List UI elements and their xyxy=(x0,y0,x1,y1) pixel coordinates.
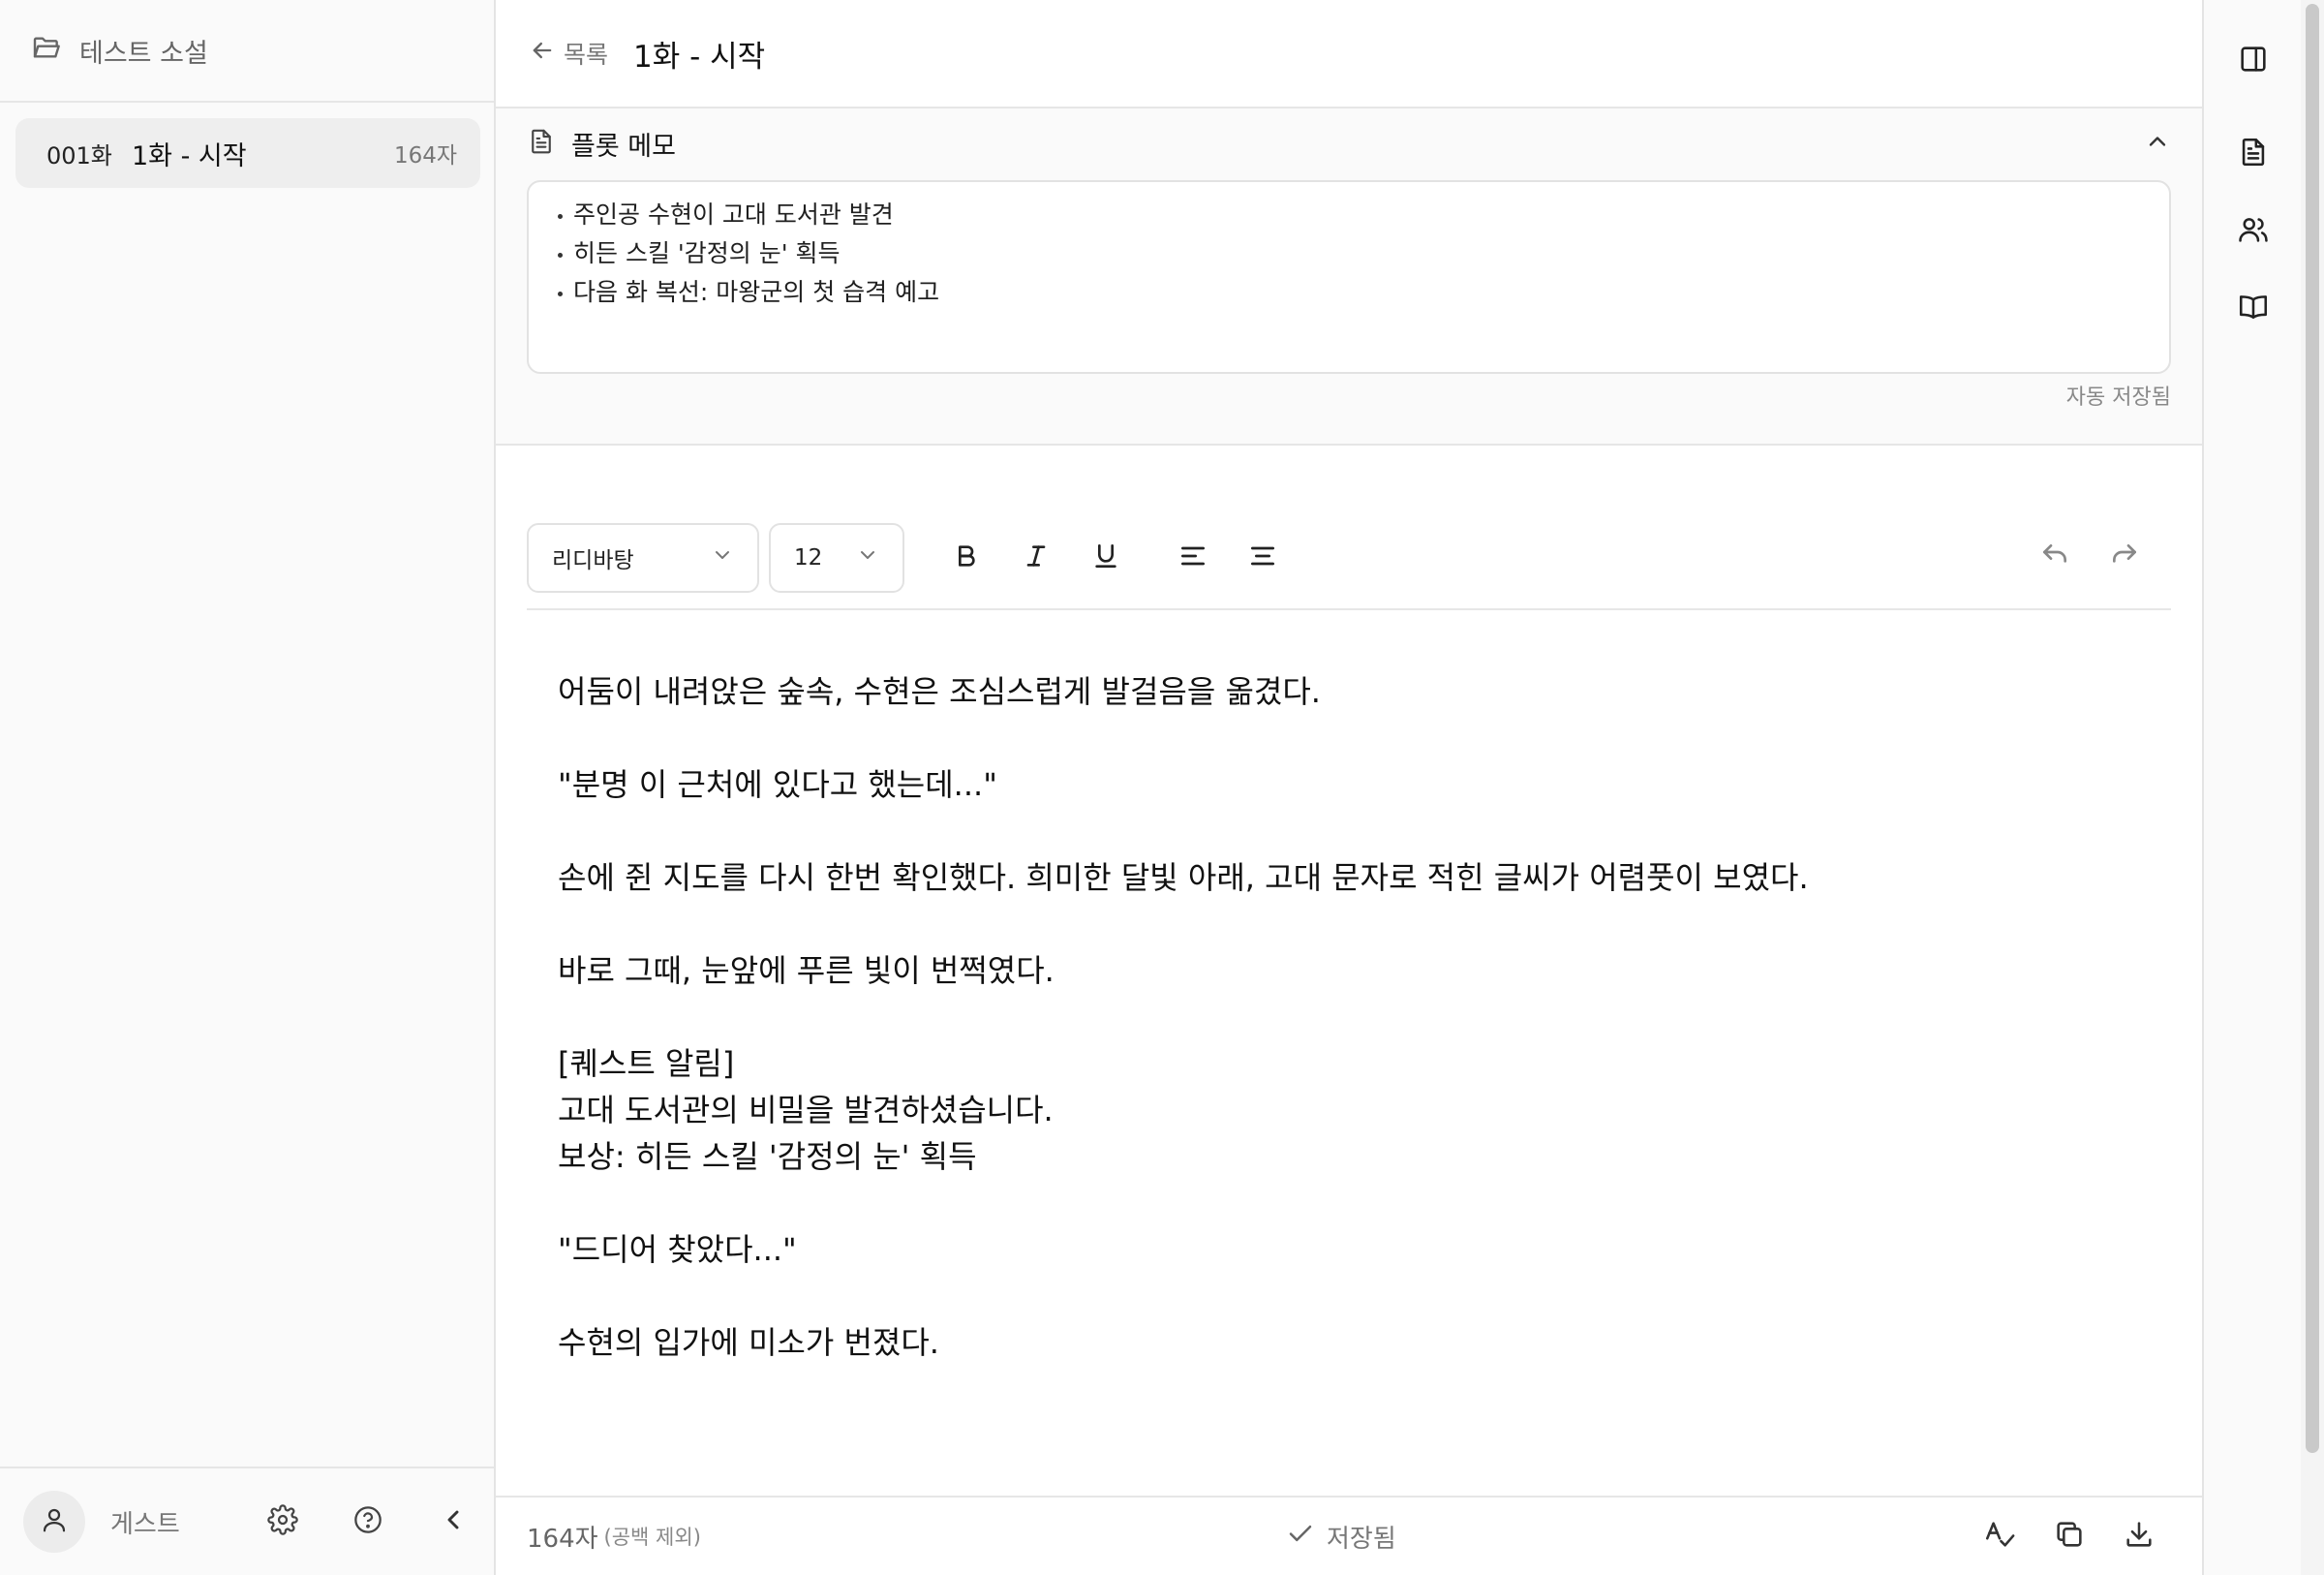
panel-right-icon xyxy=(2237,43,2270,79)
italic-button[interactable] xyxy=(1013,523,1059,593)
chevron-up-icon[interactable] xyxy=(2144,128,2171,159)
font-family-value: 리디바탕 xyxy=(552,548,634,573)
save-status: 저장됨 xyxy=(1286,1498,1396,1575)
char-count-note: (공백 제외) xyxy=(603,1526,701,1549)
editor-paragraph xyxy=(558,808,2146,854)
gear-icon xyxy=(267,1504,298,1539)
editor-paragraph xyxy=(558,1273,2146,1319)
help-button[interactable] xyxy=(351,1504,385,1539)
editor-paragraph xyxy=(558,994,2146,1040)
plot-memo-panel: 플롯 메모 주인공 수현이 고대 도서관 발견 히든 스킬 '감정의 눈' 획득… xyxy=(496,108,2202,446)
episode-heading: 1화 - 시작 xyxy=(633,39,766,75)
bold-button[interactable] xyxy=(943,523,990,593)
align-left-icon xyxy=(1177,540,1208,575)
redo-button[interactable] xyxy=(2101,523,2148,593)
editor-paragraph: 손에 쥔 지도를 다시 한번 확인했다. 희미한 달빛 아래, 고대 문자로 적… xyxy=(558,859,1809,896)
plot-memo-item: 주인공 수현이 고대 도서관 발견 xyxy=(554,196,2144,234)
align-center-icon xyxy=(1247,540,1278,575)
back-to-list-link[interactable]: 목록 xyxy=(529,36,608,71)
font-size-select[interactable]: 12 xyxy=(769,523,904,593)
underline-icon xyxy=(1090,540,1121,575)
episode-number: 001화 xyxy=(46,141,112,170)
editor-paragraph xyxy=(558,715,2146,761)
editor-paragraph: "드디어 찾았다..." xyxy=(558,1231,797,1268)
underline-button[interactable] xyxy=(1083,523,1129,593)
save-status-label: 저장됨 xyxy=(1327,1524,1396,1554)
book-open-icon xyxy=(2237,291,2270,327)
char-count: 164자 xyxy=(527,1524,598,1554)
editor-paragraph: 고대 도서관의 비밀을 발견하셨습니다. xyxy=(558,1092,1054,1128)
main-editor-area: 목록 1화 - 시작 플롯 메모 주인공 수현이 고대 도서관 발견 히든 스킬… xyxy=(496,0,2202,1575)
plot-memo-title: 플롯 메모 xyxy=(571,131,676,162)
chevron-down-icon xyxy=(856,543,879,572)
spellcheck-icon[interactable] xyxy=(1983,1518,2016,1555)
status-actions xyxy=(1983,1498,2156,1575)
toggle-panel-button[interactable] xyxy=(2231,39,2276,83)
chevron-down-icon xyxy=(711,543,734,572)
editor-paragraph: 보상: 히든 스킬 '감정의 눈' 획득 xyxy=(558,1138,977,1175)
italic-icon xyxy=(1021,540,1052,575)
undo-button[interactable] xyxy=(2032,523,2078,593)
document-icon xyxy=(2237,136,2270,172)
back-label: 목록 xyxy=(564,41,609,69)
folder-open-icon xyxy=(31,32,62,70)
chevron-left-icon xyxy=(438,1504,469,1539)
episode-title: 1화 - 시작 xyxy=(132,140,247,171)
check-icon xyxy=(1286,1519,1315,1555)
sidebar-footer: 게스트 xyxy=(0,1467,494,1575)
scrollbar[interactable] xyxy=(2301,0,2324,1575)
align-left-button[interactable] xyxy=(1170,523,1216,593)
status-bar: 164자 (공백 제외) 저장됨 xyxy=(496,1496,2202,1575)
episode-char-count: 164자 xyxy=(393,143,457,169)
redo-icon xyxy=(2109,540,2140,575)
right-tool-rail xyxy=(2202,0,2301,1575)
arrow-left-icon xyxy=(529,37,556,70)
top-bar: 목록 1화 - 시작 xyxy=(496,0,2202,108)
plot-memo-item: 히든 스킬 '감정의 눈' 획득 xyxy=(554,234,2144,273)
editor-paragraph: 바로 그때, 눈앞에 푸른 빛이 번쩍였다. xyxy=(558,952,1055,989)
user-icon xyxy=(40,1505,69,1538)
download-icon[interactable] xyxy=(2123,1518,2156,1555)
copy-icon[interactable] xyxy=(2053,1518,2086,1555)
user-name: 게스트 xyxy=(110,1509,180,1539)
undo-icon xyxy=(2039,540,2070,575)
help-circle-icon xyxy=(352,1504,383,1539)
formatting-toolbar: 리디바탕 12 xyxy=(527,523,2171,610)
episode-list-item[interactable]: 001화 1화 - 시작 164자 xyxy=(15,118,480,188)
plot-memo-toggle-button[interactable] xyxy=(2231,132,2276,176)
settings-button[interactable] xyxy=(265,1504,300,1539)
sidebar: 테스트 소설 001화 1화 - 시작 164자 게스트 xyxy=(0,0,496,1575)
characters-button[interactable] xyxy=(2231,209,2276,254)
plot-memo-item: 다음 화 복선: 마왕군의 첫 습격 예고 xyxy=(554,273,2144,312)
collapse-sidebar-button[interactable] xyxy=(436,1504,471,1539)
app-window: 테스트 소설 001화 1화 - 시작 164자 게스트 목록 1화 - 시작 … xyxy=(0,0,2324,1575)
project-title: 테스트 소설 xyxy=(79,38,208,69)
project-header[interactable]: 테스트 소설 xyxy=(0,0,494,103)
plot-memo-header[interactable]: 플롯 메모 xyxy=(496,108,2202,178)
reference-book-button[interactable] xyxy=(2231,287,2276,331)
editor-paragraph: 수현의 입가에 미소가 번졌다. xyxy=(558,1324,939,1361)
font-size-value: 12 xyxy=(794,545,823,571)
editor-paragraph: [퀘스트 알림] xyxy=(558,1045,735,1082)
users-icon xyxy=(2237,213,2270,250)
plot-memo-textarea[interactable]: 주인공 수현이 고대 도서관 발견 히든 스킬 '감정의 눈' 획득 다음 화 … xyxy=(527,180,2171,374)
editor-paragraph xyxy=(558,901,2146,947)
font-family-select[interactable]: 리디바탕 xyxy=(527,523,759,593)
editor-paragraph: 어둠이 내려앉은 숲속, 수현은 조심스럽게 발걸음을 옮겼다. xyxy=(558,673,1321,710)
avatar[interactable] xyxy=(23,1491,85,1553)
bold-icon xyxy=(951,540,982,575)
document-icon xyxy=(527,127,556,160)
editor-paragraph xyxy=(558,1180,2146,1226)
autosave-status: 자동 저장됨 xyxy=(2065,386,2171,410)
manuscript-editor[interactable]: 어둠이 내려앉은 숲속, 수현은 조심스럽게 발걸음을 옮겼다. "분명 이 근… xyxy=(558,668,2146,1366)
editor-paragraph: "분명 이 근처에 있다고 했는데..." xyxy=(558,766,997,803)
scrollbar-thumb[interactable] xyxy=(2306,4,2319,1453)
align-center-button[interactable] xyxy=(1239,523,1286,593)
